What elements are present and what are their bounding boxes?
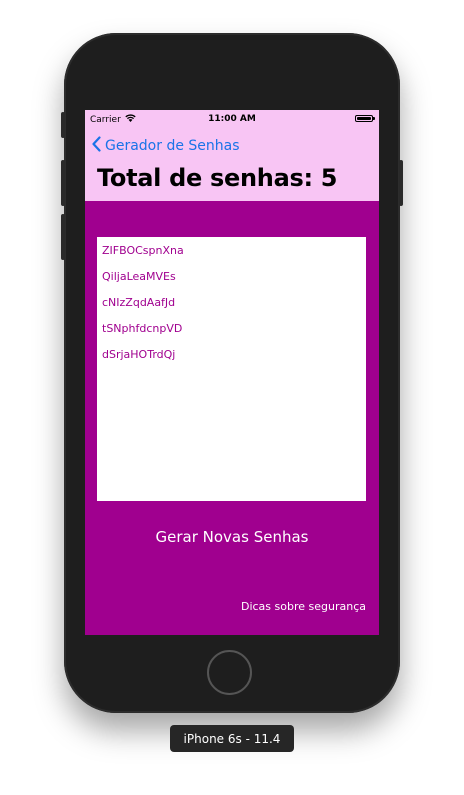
back-button[interactable]: Gerador de Senhas — [92, 136, 240, 156]
volume-up-button — [61, 160, 65, 206]
list-item[interactable]: dSrjaHOTrdQj — [102, 348, 175, 361]
list-item[interactable]: tSNphfdcnpVD — [102, 322, 182, 335]
list-item[interactable]: ZIFBOCspnXna — [102, 244, 184, 257]
power-button — [399, 160, 403, 206]
page-title: Total de senhas: 5 — [97, 164, 338, 192]
list-item[interactable]: cNIzZqdAafJd — [102, 296, 175, 309]
back-button-label: Gerador de Senhas — [105, 138, 240, 154]
app-screen: Carrier 11:00 AM Gerador de Senhas Total… — [85, 110, 379, 635]
navigation-bar: Carrier 11:00 AM Gerador de Senhas Total… — [85, 110, 379, 201]
status-time: 11:00 AM — [208, 114, 256, 124]
device-label: iPhone 6s - 11.4 — [170, 725, 294, 752]
battery-icon — [355, 115, 375, 122]
security-tips-button[interactable]: Dicas sobre segurança — [241, 600, 366, 613]
home-button[interactable] — [207, 650, 252, 695]
list-item[interactable]: QiljaLeaMVEs — [102, 270, 176, 283]
generate-passwords-button[interactable]: Gerar Novas Senhas — [85, 528, 379, 546]
password-list[interactable]: ZIFBOCspnXna QiljaLeaMVEs cNIzZqdAafJd t… — [97, 237, 366, 501]
volume-down-button — [61, 214, 65, 260]
status-bar: Carrier 11:00 AM — [85, 110, 379, 128]
chevron-left-icon — [92, 136, 105, 156]
mute-switch — [61, 112, 65, 138]
